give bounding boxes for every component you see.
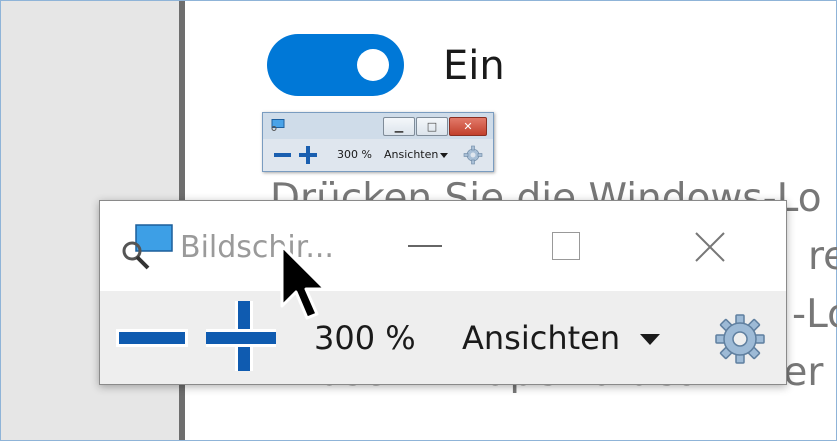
small-magnifier-titlebar[interactable]: ▁ □ ✕ — [263, 113, 493, 139]
gear-icon[interactable] — [463, 145, 483, 165]
minus-icon[interactable] — [274, 153, 291, 157]
minimize-icon[interactable] — [408, 245, 442, 247]
minus-icon[interactable] — [116, 329, 188, 347]
small-maximize-button[interactable]: □ — [416, 117, 448, 136]
small-close-button[interactable]: ✕ — [449, 117, 487, 136]
close-icon[interactable] — [692, 229, 728, 265]
minimize-icon: ▁ — [394, 120, 404, 133]
magnifier-toggle-switch[interactable] — [267, 34, 404, 96]
chevron-down-icon[interactable] — [440, 153, 448, 158]
large-magnifier-titlebar[interactable]: Bildschir... — [100, 201, 786, 291]
gear-icon[interactable] — [714, 313, 766, 365]
arrow-cursor-icon — [280, 244, 327, 320]
small-minimize-button[interactable]: ▁ — [383, 117, 415, 136]
close-icon: ✕ — [463, 120, 473, 133]
small-magnifier-window: ▁ □ ✕ 300 % Ansichten — [262, 112, 494, 172]
large-magnifier-window: Bildschir... 300 % Ansichten — [99, 200, 787, 385]
large-magnifier-toolbar: 300 % Ansichten — [100, 291, 786, 384]
small-magnifier-toolbar: 300 % Ansichten — [263, 141, 493, 169]
chevron-down-icon[interactable] — [640, 334, 660, 345]
large-views-dropdown[interactable]: Ansichten — [462, 317, 620, 359]
small-zoom-level: 300 % — [337, 148, 372, 161]
plus-icon-vertical — [306, 146, 310, 164]
magnifier-app-icon — [271, 119, 285, 131]
large-zoom-level: 300 % — [314, 319, 416, 357]
maximize-icon: □ — [426, 120, 438, 133]
plus-icon-center — [208, 332, 274, 344]
toggle-knob — [357, 49, 389, 81]
magnifier-app-icon — [122, 224, 173, 270]
toggle-state-label: Ein — [443, 43, 505, 89]
maximize-icon[interactable] — [552, 232, 580, 260]
small-views-dropdown[interactable]: Ansichten — [384, 148, 438, 161]
